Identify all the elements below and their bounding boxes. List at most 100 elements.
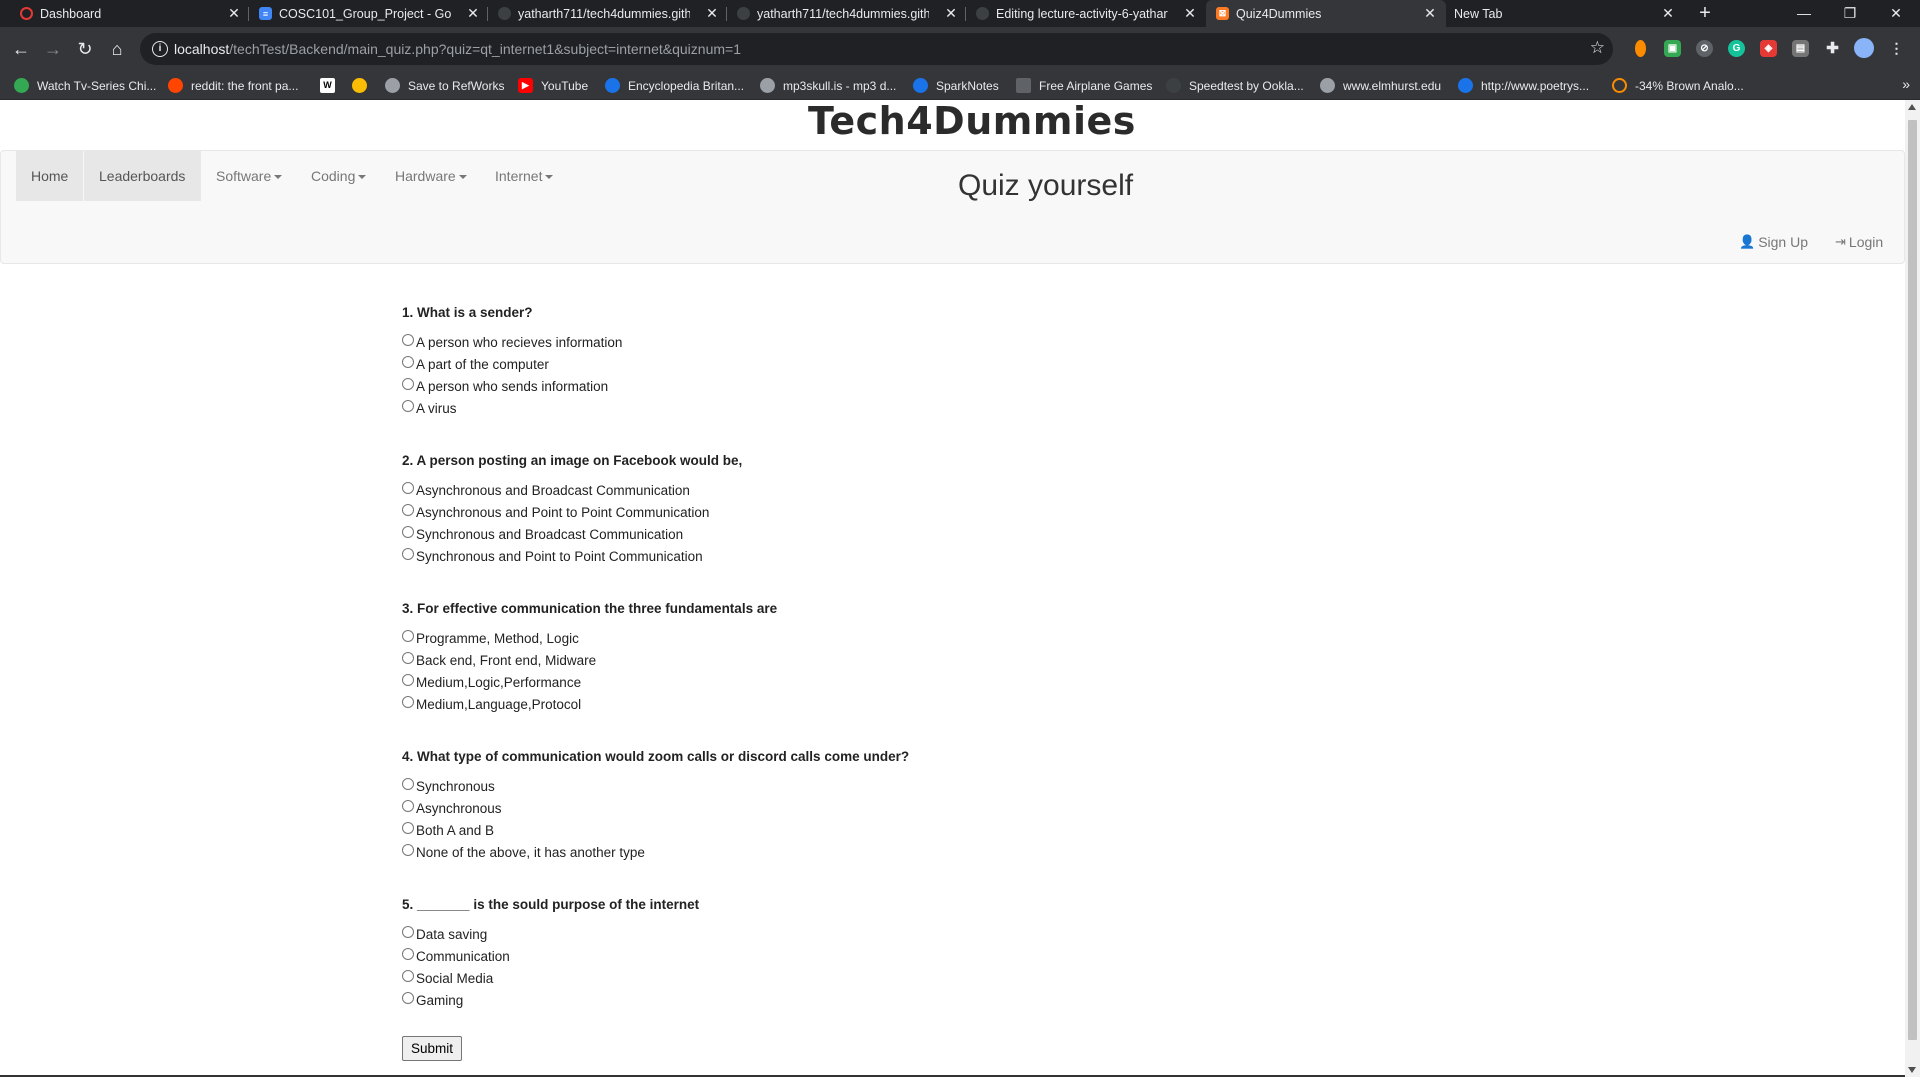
bookmark-item[interactable]: Save to RefWorks (385, 77, 504, 94)
bookmark-item[interactable]: W (320, 77, 343, 94)
tab-github-1[interactable]: yatharth711/tech4dummies.gith ✕ (498, 0, 720, 27)
address-url[interactable]: localhost/techTest/Backend/main_quiz.php… (174, 41, 741, 57)
radio-button[interactable] (402, 482, 414, 494)
answer-option[interactable]: Asynchronous (402, 797, 1302, 819)
radio-button[interactable] (402, 548, 414, 560)
bookmark-item[interactable]: www.elmhurst.edu (1320, 77, 1441, 94)
bookmark-item[interactable]: mp3skull.is - mp3 d... (760, 77, 896, 94)
scroll-down-arrow-icon[interactable] (1908, 1067, 1916, 1073)
radio-button[interactable] (402, 674, 414, 686)
answer-option[interactable]: Communication (402, 945, 1302, 967)
answer-option[interactable]: Gaming (402, 989, 1302, 1011)
nav-software-dropdown[interactable]: Software (201, 151, 297, 201)
nav-leaderboards[interactable]: Leaderboards (84, 151, 201, 201)
extension-icon[interactable]: ⊘ (1696, 40, 1713, 57)
puzzle-icon[interactable]: ✚ (1824, 40, 1841, 57)
tab-editing-lecture[interactable]: Editing lecture-activity-6-yathart ✕ (976, 0, 1198, 27)
tab-quiz4dummies[interactable]: ⊠ Quiz4Dummies ✕ (1206, 0, 1446, 27)
signup-link[interactable]: 👤 Sign Up (1739, 234, 1808, 250)
radio-button[interactable] (402, 926, 414, 938)
answer-option[interactable]: Back end, Front end, Midware (402, 649, 1302, 671)
answer-option[interactable]: A part of the computer (402, 353, 1302, 375)
bookmark-item[interactable]: Encyclopedia Britan... (605, 77, 744, 94)
back-arrow-icon[interactable]: ← (9, 37, 33, 61)
tab-github-2[interactable]: yatharth711/tech4dummies.githu ✕ (737, 0, 959, 27)
chevron-double-right-icon[interactable]: » (1902, 76, 1910, 92)
tab-new-tab[interactable]: New Tab ✕ (1454, 0, 1676, 27)
bookmark-item[interactable]: Free Airplane Games (1016, 77, 1152, 94)
menu-dots-icon[interactable]: ⋮ (1888, 40, 1905, 57)
site-info-icon[interactable]: i (152, 41, 168, 57)
answer-option[interactable]: Both A and B (402, 819, 1302, 841)
answer-option[interactable]: None of the above, it has another type (402, 841, 1302, 863)
bookmark-star-icon[interactable]: ☆ (1590, 38, 1605, 58)
close-window-button[interactable]: ✕ (1873, 0, 1919, 27)
answer-option[interactable]: Data saving (402, 923, 1302, 945)
nav-hardware-dropdown[interactable]: Hardware (380, 151, 482, 201)
new-tab-button[interactable]: + (1695, 3, 1715, 23)
radio-button[interactable] (402, 970, 414, 982)
radio-button[interactable] (402, 356, 414, 368)
radio-button[interactable] (402, 378, 414, 390)
bookmark-item[interactable]: Watch Tv-Series Chi... (14, 77, 156, 94)
answer-option[interactable]: Programme, Method, Logic (402, 627, 1302, 649)
login-link[interactable]: ⇥ Login (1835, 234, 1883, 250)
answer-option[interactable]: Asynchronous and Point to Point Communic… (402, 501, 1302, 523)
extension-icon[interactable]: ▤ (1792, 40, 1809, 57)
answer-option[interactable]: Synchronous and Point to Point Communica… (402, 545, 1302, 567)
nav-coding-dropdown[interactable]: Coding (296, 151, 381, 201)
bookmark-item[interactable]: reddit: the front pa... (168, 77, 298, 94)
tab-cosc101[interactable]: ≡ COSC101_Group_Project - Googl ✕ (259, 0, 481, 27)
radio-button[interactable] (402, 334, 414, 346)
radio-button[interactable] (402, 844, 414, 856)
address-bar[interactable]: i localhost/techTest/Backend/main_quiz.p… (140, 33, 1613, 65)
nav-home[interactable]: Home (16, 151, 84, 201)
answer-option[interactable]: Synchronous (402, 775, 1302, 797)
bookmark-item[interactable]: ▶ YouTube (518, 77, 588, 94)
radio-button[interactable] (402, 800, 414, 812)
radio-button[interactable] (402, 696, 414, 708)
answer-option[interactable]: Medium,Logic,Performance (402, 671, 1302, 693)
restore-button[interactable]: ❐ (1827, 0, 1873, 27)
radio-button[interactable] (402, 400, 414, 412)
radio-button[interactable] (402, 526, 414, 538)
close-icon[interactable]: ✕ (1182, 5, 1198, 21)
answer-option[interactable]: A virus (402, 397, 1302, 419)
home-icon[interactable]: ⌂ (105, 37, 129, 61)
radio-button[interactable] (402, 778, 414, 790)
radio-button[interactable] (402, 822, 414, 834)
scroll-up-arrow-icon[interactable] (1908, 104, 1916, 110)
minimize-button[interactable]: — (1781, 0, 1827, 27)
radio-button[interactable] (402, 992, 414, 1004)
close-icon[interactable]: ✕ (465, 5, 481, 21)
bookmark-item[interactable] (352, 77, 375, 94)
close-icon[interactable]: ✕ (704, 5, 720, 21)
close-icon[interactable]: ✕ (226, 5, 242, 21)
avatar[interactable] (1854, 38, 1874, 58)
bookmark-item[interactable]: Speedtest by Ookla... (1166, 77, 1304, 94)
close-icon[interactable]: ✕ (1422, 5, 1438, 21)
grammarly-icon[interactable]: G (1728, 40, 1745, 57)
radio-button[interactable] (402, 652, 414, 664)
page-scrollbar[interactable] (1905, 100, 1920, 1077)
submit-button[interactable]: Submit (402, 1036, 463, 1061)
tab-dashboard[interactable]: Dashboard ✕ (20, 0, 242, 27)
answer-option[interactable]: A person who recieves information (402, 331, 1302, 353)
answer-option[interactable]: Asynchronous and Broadcast Communication (402, 479, 1302, 501)
radio-button[interactable] (402, 948, 414, 960)
answer-option[interactable]: Synchronous and Broadcast Communication (402, 523, 1302, 545)
bookmark-item[interactable]: http://www.poetrys... (1458, 77, 1589, 94)
close-icon[interactable]: ✕ (943, 5, 959, 21)
answer-option[interactable]: Medium,Language,Protocol (402, 693, 1302, 715)
radio-button[interactable] (402, 504, 414, 516)
bookmark-item[interactable]: -34% Brown Analo... (1612, 77, 1744, 94)
nav-internet-dropdown[interactable]: Internet (480, 151, 568, 201)
reload-icon[interactable]: ↻ (73, 37, 97, 61)
extension-icon[interactable]: ◈ (1760, 40, 1777, 57)
forward-arrow-icon[interactable]: → (41, 37, 65, 61)
answer-option[interactable]: Social Media (402, 967, 1302, 989)
bookmark-item[interactable]: SparkNotes (913, 77, 999, 94)
close-icon[interactable]: ✕ (1660, 5, 1676, 21)
extension-icon[interactable] (1635, 40, 1646, 57)
answer-option[interactable]: A person who sends information (402, 375, 1302, 397)
